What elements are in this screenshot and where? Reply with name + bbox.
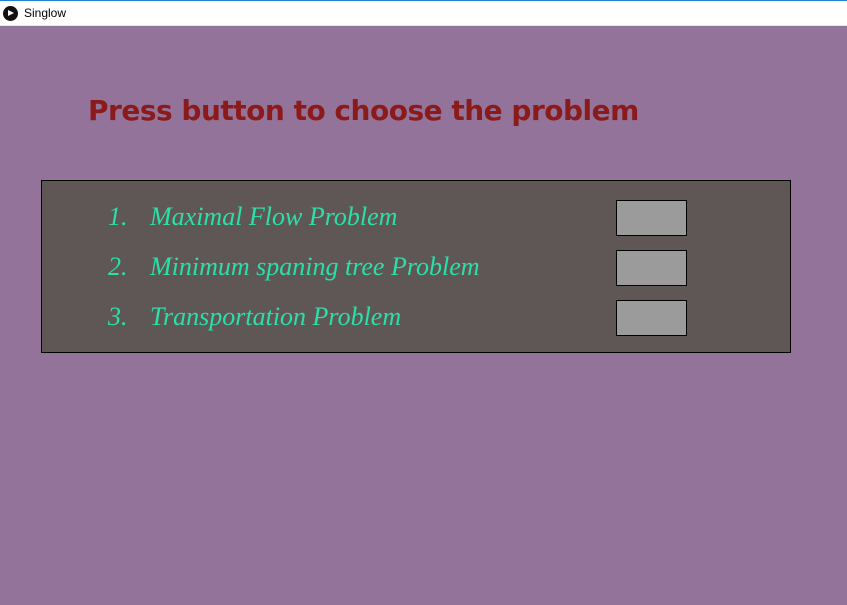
play-icon — [3, 6, 18, 21]
choose-maximal-flow-button[interactable] — [616, 200, 687, 236]
problem-number: 3. — [108, 302, 128, 331]
choose-minimum-spanning-tree-button[interactable] — [616, 250, 687, 286]
problem-row-transportation: 3. Transportation Problem — [42, 299, 790, 336]
title-bar: Singlow — [0, 0, 847, 26]
page-heading: Press button to choose the problem — [88, 94, 639, 127]
window-title: Singlow — [24, 6, 67, 20]
problem-number: 1. — [108, 202, 128, 231]
problem-label: Minimum spaning tree Problem — [150, 252, 480, 281]
problem-label: Maximal Flow Problem — [150, 202, 398, 231]
choose-transportation-button[interactable] — [616, 300, 687, 336]
problem-panel: 1. Maximal Flow Problem 2. Minimum spani… — [41, 180, 791, 353]
problem-row-minimum-spanning-tree: 2. Minimum spaning tree Problem — [42, 249, 790, 286]
problem-number: 2. — [108, 252, 128, 281]
problem-label: Transportation Problem — [150, 302, 402, 331]
problem-row-maximal-flow: 1. Maximal Flow Problem — [42, 199, 790, 236]
